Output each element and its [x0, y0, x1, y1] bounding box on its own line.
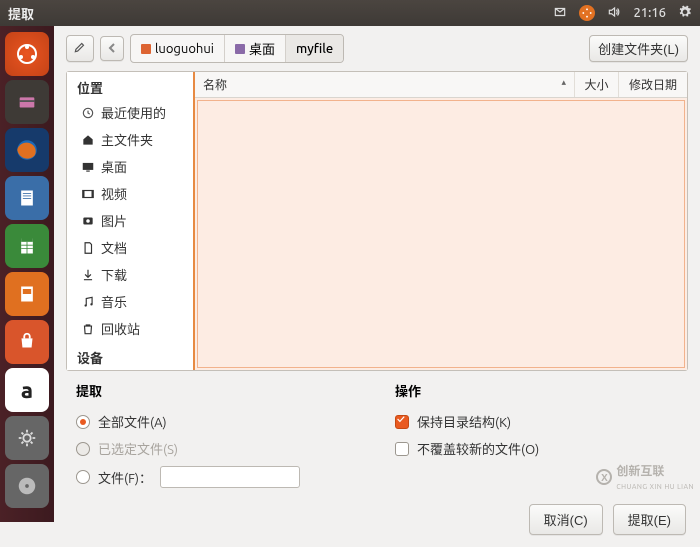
calc-icon[interactable] — [5, 224, 49, 268]
settings-icon[interactable] — [5, 416, 49, 460]
gear-icon[interactable] — [678, 5, 692, 22]
clock[interactable]: 21:16 — [633, 6, 666, 20]
top-panel: 提取 21:16 — [0, 0, 700, 26]
radio-files-pattern[interactable]: 文件(F)： — [76, 462, 365, 492]
window-title: 提取 — [8, 4, 553, 23]
col-date[interactable]: 修改日期 — [619, 72, 687, 97]
watermark: X 创新互联 CHUANG XIN HU LIAN — [596, 462, 694, 492]
check-label: 不覆盖较新的文件(O) — [417, 439, 539, 458]
writer-icon[interactable] — [5, 176, 49, 220]
radio-icon — [76, 442, 90, 456]
breadcrumb: luoguohui 桌面 myfile — [130, 34, 344, 63]
radio-icon — [76, 415, 90, 429]
sidebar-item-label: 回收站 — [101, 319, 140, 338]
breadcrumb-label: 桌面 — [249, 39, 275, 58]
radio-label: 文件(F)： — [98, 468, 152, 487]
check-no-overwrite[interactable]: 不覆盖较新的文件(O) — [395, 435, 684, 462]
folder-icon — [141, 44, 151, 54]
edit-path-button[interactable] — [66, 35, 94, 62]
sidebar-item-vmware[interactable]: VMwar… — [67, 369, 193, 370]
path-back-button[interactable] — [100, 36, 124, 61]
sidebar-item-label: 音乐 — [101, 292, 127, 311]
radio-selected-files: 已选定文件(S) — [76, 435, 365, 462]
breadcrumb-label: myfile — [296, 42, 333, 56]
file-pane: 名称▴ 大小 修改日期 — [195, 72, 687, 370]
disk-icon[interactable] — [5, 464, 49, 508]
sidebar-item-recent[interactable]: 最近使用的 — [67, 99, 193, 126]
sidebar-item-videos[interactable]: 视频 — [67, 180, 193, 207]
files-icon[interactable] — [5, 80, 49, 124]
watermark-icon: X — [596, 469, 612, 485]
sidebar-item-label: 文档 — [101, 238, 127, 257]
sidebar-item-label: 主文件夹 — [101, 130, 153, 149]
sidebar-item-label: 最近使用的 — [101, 103, 166, 122]
sidebar-item-downloads[interactable]: 下载 — [67, 261, 193, 288]
dash-icon[interactable] — [5, 32, 49, 76]
breadcrumb-label: luoguohui — [155, 42, 214, 56]
software-center-icon[interactable] — [5, 320, 49, 364]
devices-header: 设备 — [67, 342, 193, 369]
sidebar-item-label: 下载 — [101, 265, 127, 284]
sidebar-item-pictures[interactable]: 图片 — [67, 207, 193, 234]
create-folder-button[interactable]: 创建文件夹(L) — [589, 35, 688, 62]
checkbox-icon — [395, 415, 409, 429]
sort-caret-icon: ▴ — [561, 77, 566, 88]
extract-dialog: luoguohui 桌面 myfile 创建文件夹(L) 位置 最近使用的 主文… — [54, 26, 700, 522]
radio-label: 已选定文件(S) — [98, 439, 178, 458]
places-sidebar: 位置 最近使用的 主文件夹 桌面 视频 图片 文档 下载 音乐 回收站 设备 V… — [67, 72, 195, 370]
checkbox-icon — [395, 442, 409, 456]
sidebar-item-label: 桌面 — [101, 157, 127, 176]
sidebar-item-home[interactable]: 主文件夹 — [67, 126, 193, 153]
check-label: 保持目录结构(K) — [417, 412, 511, 431]
check-keep-structure[interactable]: 保持目录结构(K) — [395, 408, 684, 435]
col-size[interactable]: 大小 — [575, 72, 619, 97]
column-headers: 名称▴ 大小 修改日期 — [195, 72, 687, 98]
ops-header: 操作 — [395, 381, 684, 400]
update-icon[interactable] — [579, 5, 595, 21]
watermark-sub: CHUANG XIN HU LIAN — [616, 483, 694, 491]
unity-launcher: a — [0, 26, 54, 522]
cancel-button[interactable]: 取消(C) — [529, 504, 603, 535]
volume-icon[interactable] — [607, 5, 621, 22]
system-tray: 21:16 — [553, 5, 692, 22]
sidebar-item-label: 视频 — [101, 184, 127, 203]
file-list[interactable] — [197, 100, 685, 368]
sidebar-item-desktop[interactable]: 桌面 — [67, 153, 193, 180]
mail-icon[interactable] — [553, 5, 567, 22]
places-header: 位置 — [67, 72, 193, 99]
file-browser: 位置 最近使用的 主文件夹 桌面 视频 图片 文档 下载 音乐 回收站 设备 V… — [66, 71, 688, 371]
sidebar-item-trash[interactable]: 回收站 — [67, 315, 193, 342]
sidebar-item-documents[interactable]: 文档 — [67, 234, 193, 261]
firefox-icon[interactable] — [5, 128, 49, 172]
path-toolbar: luoguohui 桌面 myfile 创建文件夹(L) — [54, 26, 700, 71]
extract-header: 提取 — [76, 381, 365, 400]
impress-icon[interactable] — [5, 272, 49, 316]
breadcrumb-current[interactable]: myfile — [286, 35, 343, 62]
col-name[interactable]: 名称▴ — [195, 72, 575, 97]
radio-icon — [76, 470, 90, 484]
extract-button[interactable]: 提取(E) — [613, 504, 686, 535]
radio-all-files[interactable]: 全部文件(A) — [76, 408, 365, 435]
files-pattern-input[interactable] — [160, 466, 300, 488]
folder-icon — [235, 44, 245, 54]
extract-column: 提取 全部文件(A) 已选定文件(S) 文件(F)： — [76, 381, 365, 492]
radio-label: 全部文件(A) — [98, 412, 167, 431]
sidebar-item-label: 图片 — [101, 211, 127, 230]
sidebar-item-music[interactable]: 音乐 — [67, 288, 193, 315]
watermark-brand: 创新互联 — [616, 465, 664, 478]
breadcrumb-home[interactable]: luoguohui — [131, 35, 225, 62]
amazon-icon[interactable]: a — [5, 368, 49, 412]
breadcrumb-desktop[interactable]: 桌面 — [225, 35, 286, 62]
